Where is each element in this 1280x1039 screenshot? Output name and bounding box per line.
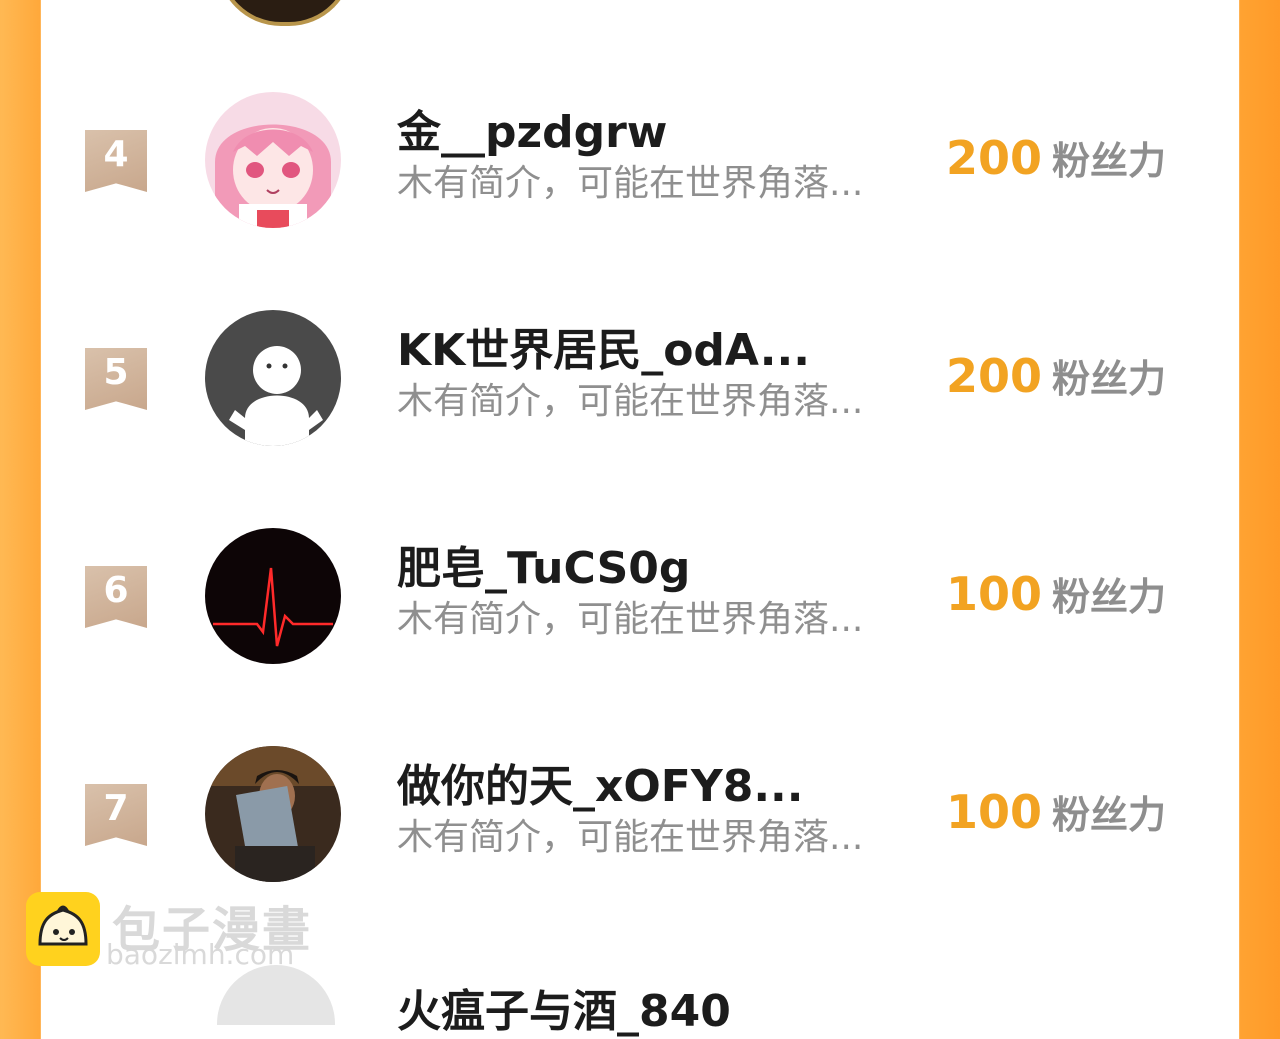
fan-power: 100 粉丝力 xyxy=(946,784,1166,839)
rank-badge: 6 xyxy=(85,566,147,628)
fan-power: 100 粉丝力 xyxy=(946,566,1166,621)
fan-power-unit: 粉丝力 xyxy=(1052,139,1167,183)
default-ghost-avatar-icon xyxy=(205,310,341,446)
rank-badge: 4 xyxy=(85,130,147,192)
user-name: 做你的天_xOFY8... xyxy=(397,761,804,812)
rank-row[interactable]: 5 KK世界居民_odA... 木有简介，可能在世界角落... 200 粉丝力 xyxy=(41,298,1239,458)
fan-power: 200 粉丝力 xyxy=(946,130,1166,185)
user-name: KK世界居民_odA... xyxy=(397,325,810,376)
user-avatar[interactable] xyxy=(205,92,341,228)
rank-row[interactable]: 6 肥皂_TuCS0g 木有简介，可能在世界角落... 100 粉丝力 xyxy=(41,516,1239,676)
user-bio: 木有简介，可能在世界角落... xyxy=(397,599,864,640)
watermark-en: baozimh.com xyxy=(106,938,295,971)
watermark: 包子漫畫 baozimh.com xyxy=(26,892,326,972)
ranking-panel: 4 金__pzdgrw 木有简介，可能在世界角落... 200 粉丝力 5 KK… xyxy=(41,0,1239,999)
fan-power-value: 100 xyxy=(946,785,1043,839)
fan-power-unit: 粉丝力 xyxy=(1052,575,1167,619)
fan-power-value: 200 xyxy=(946,349,1043,403)
user-name-partial: 火瘟子与酒_840 xyxy=(397,986,731,1037)
rank-row[interactable]: 4 金__pzdgrw 木有简介，可能在世界角落... 200 粉丝力 xyxy=(41,80,1239,240)
bun-logo-icon xyxy=(26,892,100,966)
heartbeat-avatar-icon xyxy=(205,528,341,664)
rank-badge: 5 xyxy=(85,348,147,410)
fan-power-value: 200 xyxy=(946,131,1043,185)
user-bio: 木有简介，可能在世界角落... xyxy=(397,163,864,204)
rank-badge: 7 xyxy=(85,784,147,846)
fan-power: 200 粉丝力 xyxy=(946,348,1166,403)
photo-person-avatar-icon xyxy=(205,746,341,882)
avatar-partial-top[interactable] xyxy=(217,0,353,26)
rank-row[interactable]: 7 做你的天_xOFY8... 木有简介，可能在世界角落... 100 粉丝力 xyxy=(41,734,1239,894)
user-avatar[interactable] xyxy=(205,310,341,446)
fan-power-value: 100 xyxy=(946,567,1043,621)
anime-girl-avatar-icon xyxy=(205,92,341,228)
user-avatar[interactable] xyxy=(205,528,341,664)
user-name: 金__pzdgrw xyxy=(397,107,668,158)
user-bio: 木有简介，可能在世界角落... xyxy=(397,817,864,858)
fan-power-unit: 粉丝力 xyxy=(1052,793,1167,837)
fan-power-unit: 粉丝力 xyxy=(1052,357,1167,401)
user-name: 肥皂_TuCS0g xyxy=(397,543,691,594)
user-avatar[interactable] xyxy=(205,746,341,882)
user-bio: 木有简介，可能在世界角落... xyxy=(397,381,864,422)
